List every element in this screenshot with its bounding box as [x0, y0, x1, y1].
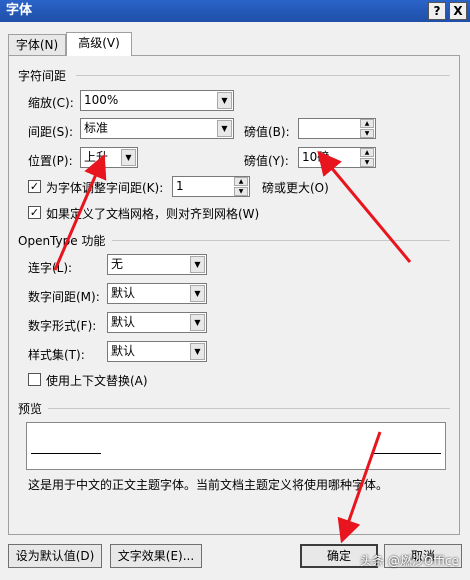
watermark: 头条 @燃沙Office [360, 554, 459, 568]
annotation-arrow [337, 431, 382, 544]
annotation-arrow [317, 150, 412, 263]
tab-advanced[interactable]: 高级(V) [66, 32, 132, 56]
annotation-overlay [53, 150, 412, 544]
annotation-arrow [53, 153, 107, 271]
